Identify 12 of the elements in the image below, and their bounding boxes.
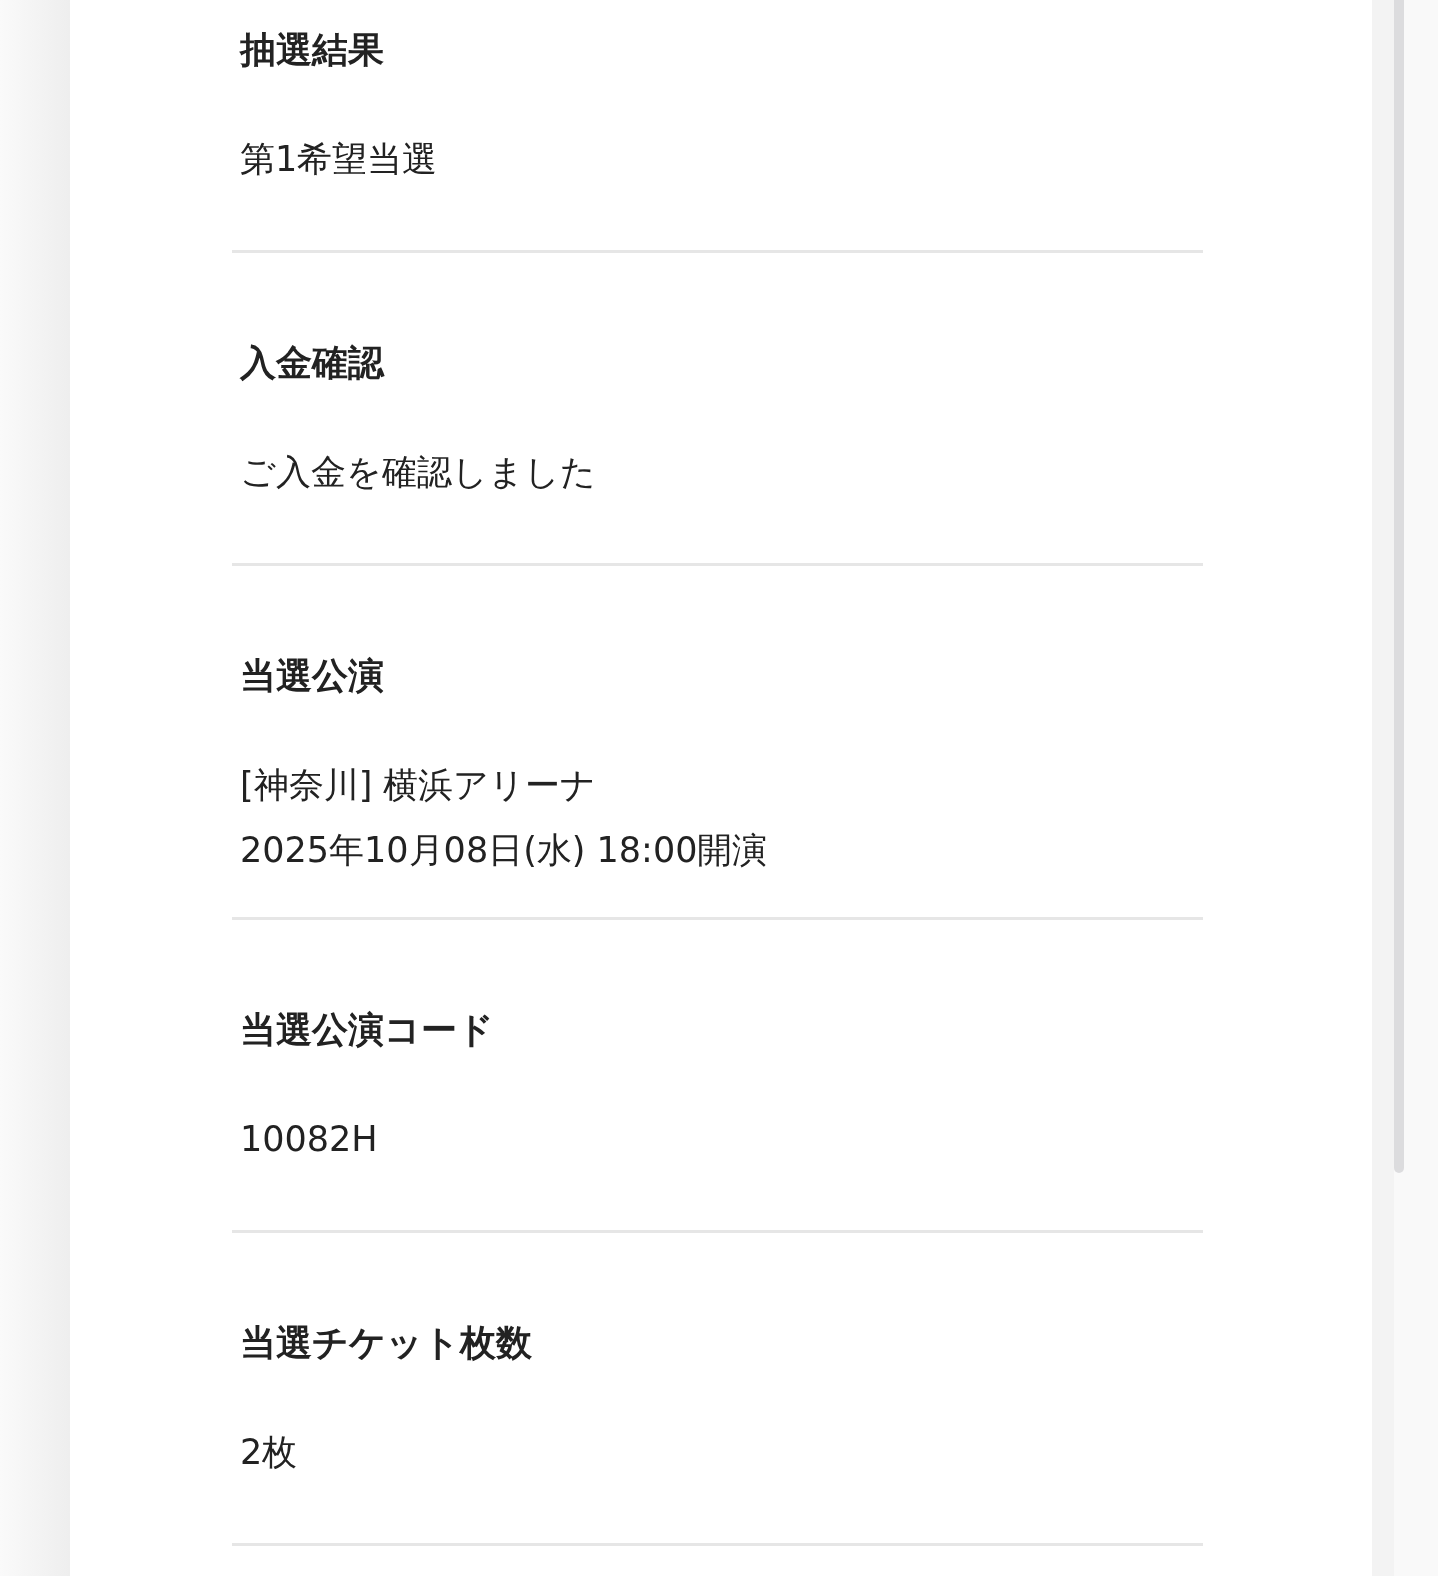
section-value: 2025年10月08日(水) 18:00開演 xyxy=(240,829,768,872)
section-heading: 当選チケット枚数 xyxy=(240,1321,532,1365)
section-value: [神奈川] 横浜アリーナ xyxy=(240,764,597,807)
section-heading: 入金確認 xyxy=(240,341,384,385)
section-value: 2枚 xyxy=(240,1431,298,1474)
section-heading: 当選公演コード xyxy=(240,1008,494,1052)
section-heading: 抽選結果 xyxy=(240,28,384,72)
section-heading: 当選公演 xyxy=(240,654,384,698)
section-value: 第1希望当選 xyxy=(240,138,438,181)
section-value: ご入金を確認しました xyxy=(240,451,596,494)
scrollbar-thumb[interactable] xyxy=(1394,0,1404,1173)
section-value: 10082H xyxy=(240,1118,378,1161)
